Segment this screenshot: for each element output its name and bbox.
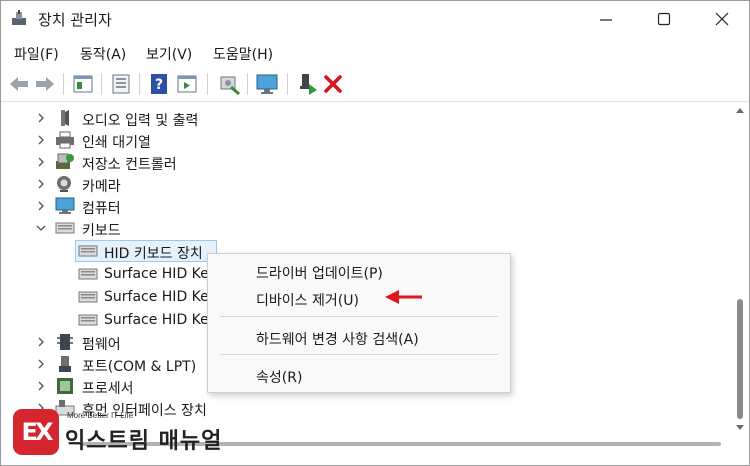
- window-title: 장치 관리자: [38, 11, 112, 29]
- tree-label: 인쇄 대기열: [82, 135, 151, 151]
- logo-mark: EX: [13, 409, 59, 455]
- enable-device-icon[interactable]: [295, 72, 319, 96]
- tree-label: 카메라: [82, 179, 121, 195]
- device-manager-window: 장치 관리자 파일(F) 동작(A) 보기(V) 도움말(H) ? 오디오 입력…: [0, 0, 750, 466]
- chevron-right-icon[interactable]: [33, 198, 49, 214]
- minimize-button[interactable]: [577, 1, 635, 37]
- context-menu: 드라이버 업데이트(P) 디바이스 제거(U) 하드웨어 변경 사항 검색(A)…: [207, 253, 511, 393]
- menu-bar: 파일(F) 동작(A) 보기(V) 도움말(H): [1, 39, 749, 67]
- camera-icon: [57, 176, 71, 192]
- keyboard-icon: [78, 314, 98, 326]
- annotation-arrow-icon: [385, 290, 422, 304]
- close-button[interactable]: [693, 1, 750, 37]
- device-manager-app-icon: [12, 10, 26, 25]
- keyboard-icon: [78, 268, 98, 280]
- storage-controller-icon: [56, 153, 74, 169]
- firmware-icon: [57, 334, 73, 350]
- tree-category-computer[interactable]: 컴퓨터: [1, 195, 701, 217]
- vertical-scrollbar[interactable]: [733, 103, 747, 437]
- close-icon: [715, 12, 729, 26]
- toolbar-separator: [101, 73, 102, 95]
- logo-name: 익스트림 매뉴얼: [65, 429, 223, 454]
- tree-category-camera[interactable]: 카메라: [1, 173, 701, 195]
- tree-category-audio[interactable]: 오디오 입력 및 출력: [1, 107, 701, 129]
- toolbar: ?: [1, 67, 749, 102]
- keyboard-icon: [78, 291, 98, 303]
- maximize-button[interactable]: [635, 1, 693, 37]
- audio-icon: [61, 110, 69, 126]
- context-update-driver[interactable]: 드라이버 업데이트(P): [256, 263, 383, 283]
- context-properties[interactable]: 속성(R): [256, 367, 302, 387]
- tree-label: 포트(COM & LPT): [82, 359, 197, 375]
- chevron-right-icon[interactable]: [33, 154, 49, 170]
- chevron-right-icon[interactable]: [33, 334, 49, 350]
- context-uninstall-device[interactable]: 디바이스 제거(U): [256, 290, 359, 310]
- context-separator: [220, 316, 498, 317]
- update-driver-icon[interactable]: [109, 72, 133, 96]
- toolbar-separator: [63, 73, 64, 95]
- chevron-down-icon[interactable]: [33, 220, 49, 236]
- title-bar: 장치 관리자: [1, 1, 749, 37]
- tree-label: 펌웨어: [82, 337, 121, 353]
- tree-label: 컴퓨터: [82, 201, 121, 217]
- toolbar-separator: [287, 73, 288, 95]
- help-icon[interactable]: ?: [147, 72, 171, 96]
- scan-hardware-icon[interactable]: [217, 72, 241, 96]
- tree-label: 오디오 입력 및 출력: [82, 113, 199, 129]
- monitor-icon[interactable]: [255, 72, 279, 96]
- context-scan-hardware-changes[interactable]: 하드웨어 변경 사항 검색(A): [256, 329, 419, 349]
- chevron-right-icon[interactable]: [33, 356, 49, 372]
- processor-icon: [57, 378, 73, 394]
- tree-label: Surface HID Key: [104, 289, 218, 305]
- svg-text:?: ?: [155, 77, 163, 93]
- scroll-up-icon[interactable]: [736, 107, 744, 113]
- logo-tagline: More Better IT Life: [67, 411, 134, 420]
- vertical-scroll-thumb[interactable]: [737, 299, 743, 419]
- tree-category-keyboard[interactable]: 키보드: [1, 217, 701, 239]
- tree-category-print-queue[interactable]: 인쇄 대기열: [1, 129, 701, 151]
- toolbar-separator: [247, 73, 248, 95]
- tree-label: 저장소 컨트롤러: [82, 157, 177, 173]
- printer-icon: [56, 131, 74, 149]
- tree-label: 프로세서: [82, 381, 134, 397]
- keyboard-icon: [55, 222, 75, 234]
- show-hidden-icon[interactable]: [175, 72, 199, 96]
- tree-label: 키보드: [82, 223, 121, 239]
- tree-category-storage-controllers[interactable]: 저장소 컨트롤러: [1, 151, 701, 173]
- chevron-right-icon[interactable]: [33, 176, 49, 192]
- toolbar-separator: [207, 73, 208, 95]
- scroll-down-icon[interactable]: [736, 425, 744, 431]
- chevron-right-icon[interactable]: [33, 378, 49, 394]
- menu-view[interactable]: 보기(V): [146, 44, 192, 64]
- chevron-right-icon[interactable]: [33, 110, 49, 126]
- toolbar-separator: [139, 73, 140, 95]
- back-icon[interactable]: [7, 72, 31, 96]
- menu-file[interactable]: 파일(F): [14, 44, 59, 64]
- tree-label: HID 키보드 장치: [104, 246, 203, 262]
- tree-label: Surface HID Key: [104, 312, 218, 328]
- tree-label: Surface HID Key: [104, 266, 218, 282]
- keyboard-icon: [78, 245, 98, 257]
- menu-action[interactable]: 동작(A): [80, 44, 126, 64]
- uninstall-device-icon[interactable]: [321, 72, 345, 96]
- minimize-icon: [600, 19, 612, 21]
- computer-icon: [55, 197, 75, 214]
- properties-pane-icon[interactable]: [71, 72, 95, 96]
- watermark-logo: EX More Better IT Life 익스트림 매뉴얼: [13, 409, 263, 459]
- context-separator: [220, 354, 498, 355]
- maximize-icon: [657, 12, 671, 26]
- forward-icon[interactable]: [33, 72, 57, 96]
- menu-help[interactable]: 도움말(H): [213, 44, 273, 64]
- chevron-right-icon[interactable]: [33, 132, 49, 148]
- port-icon: [59, 356, 71, 372]
